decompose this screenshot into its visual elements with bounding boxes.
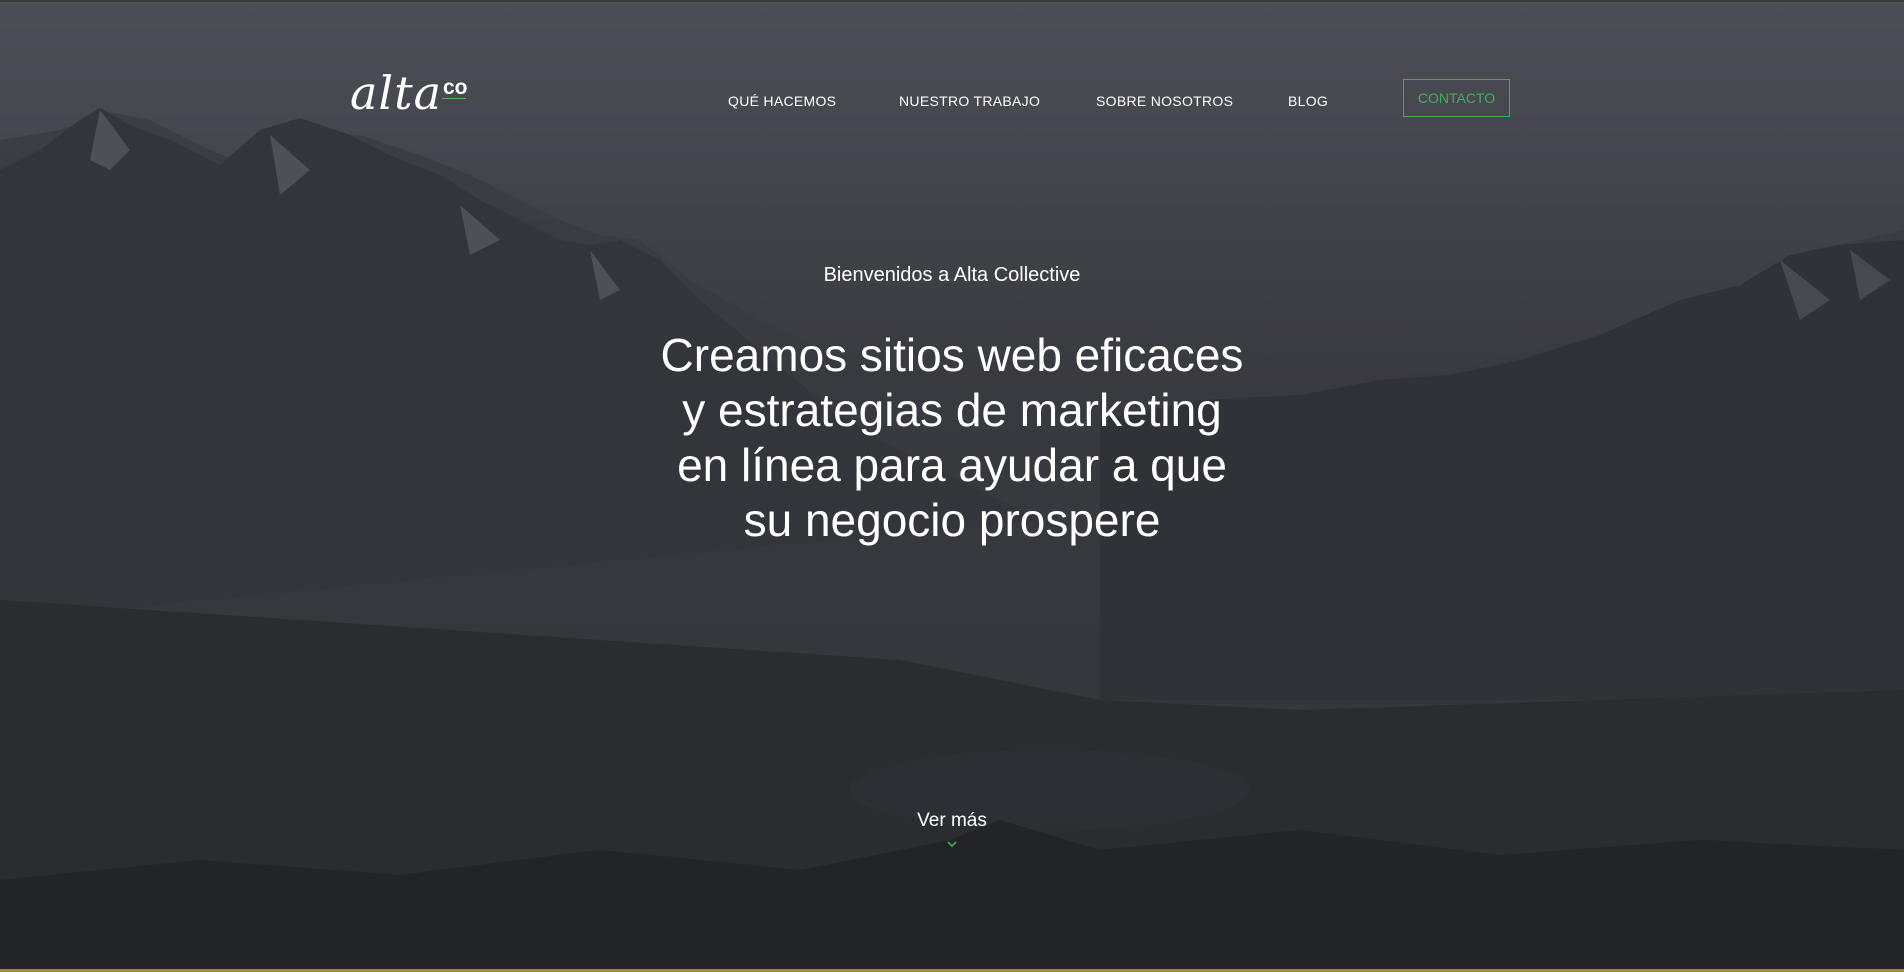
headline-line: su negocio prospere — [743, 494, 1161, 546]
see-more-link[interactable]: Ver más — [0, 810, 1904, 832]
logo-underline — [442, 98, 466, 99]
nav-item-nuestro-trabajo[interactable]: NUESTRO TRABAJO — [899, 93, 1040, 109]
nav-item-sobre-nosotros[interactable]: SOBRE NOSOTROS — [1096, 93, 1233, 109]
contact-button[interactable]: CONTACTO — [1403, 79, 1510, 117]
headline-line: y estrategias de marketing — [682, 384, 1222, 436]
logo-text[interactable]: alta — [350, 66, 442, 120]
headline-line: en línea para ayudar a que — [677, 439, 1227, 491]
chevron-down-icon[interactable] — [946, 838, 958, 850]
headline-line: Creamos sitios web eficaces — [660, 329, 1244, 381]
top-border — [0, 0, 1904, 2]
logo-suffix[interactable]: co — [443, 76, 468, 100]
hero-headline: Creamos sitios web eficaces y estrategia… — [602, 328, 1302, 548]
nav-item-blog[interactable]: BLOG — [1288, 93, 1328, 109]
welcome-text: Bienvenidos a Alta Collective — [823, 264, 1081, 286]
hero-section: alta co QUÉ HACEMOS NUESTRO TRABAJO SOBR… — [0, 0, 1904, 972]
nav-item-que-hacemos[interactable]: QUÉ HACEMOS — [728, 93, 836, 109]
